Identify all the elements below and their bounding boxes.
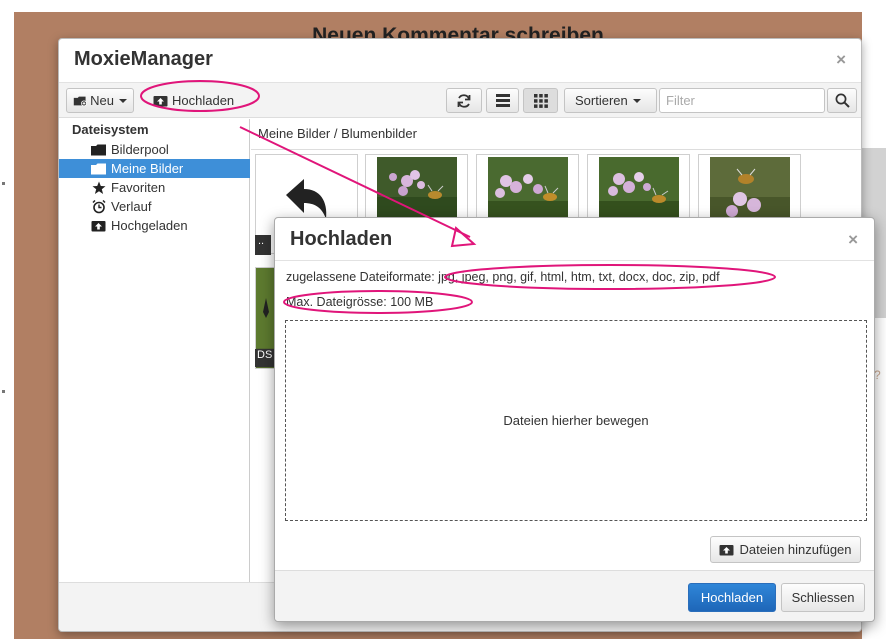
new-folder-icon [73, 96, 87, 106]
allowed-formats-text: zugelassene Dateiformate: jpg, jpeg, png… [286, 270, 720, 284]
new-button[interactable]: Neu [66, 88, 134, 113]
dialog-header: Hochladen × [275, 218, 874, 261]
sidebar-item-label: Meine Bilder [111, 161, 184, 176]
search-icon [835, 93, 850, 108]
sidebar-item-label: Verlauf [111, 199, 152, 214]
filter-input[interactable] [659, 88, 825, 113]
sidebar-item-label: Bilderpool [111, 142, 169, 157]
max-file-size-text: Max. Dateigrösse: 100 MB [286, 295, 434, 309]
search-button[interactable] [827, 88, 857, 113]
window-close-button[interactable]: × [836, 51, 846, 68]
add-files-button[interactable]: Dateien hinzufügen [710, 536, 861, 563]
grid-view-button[interactable] [523, 88, 558, 113]
refresh-icon [457, 93, 471, 108]
flower-image-thumbnail [710, 157, 790, 223]
chevron-down-icon [632, 98, 641, 103]
breadcrumb: Meine Bilder / Blumenbilder [258, 126, 417, 141]
toolbar: Neu Hochladen Sortieren Filter [59, 83, 861, 118]
sidebar-item-label: Hochgeladen [111, 218, 188, 233]
flower-image-thumbnail [488, 157, 568, 223]
upload-icon [91, 219, 106, 232]
folder-open-icon [91, 162, 106, 175]
add-files-label: Dateien hinzufügen [739, 542, 852, 557]
refresh-button[interactable] [446, 88, 482, 113]
folder-icon [91, 143, 106, 156]
flower-image-thumbnail [599, 157, 679, 223]
upload-button[interactable]: Hochladen [147, 88, 257, 113]
page-top-strip [0, 0, 886, 12]
dropzone-label: Dateien hierher bewegen [503, 413, 649, 428]
file-dropzone[interactable]: Dateien hierher bewegen [285, 320, 867, 521]
window-title: MoxieManager [74, 48, 213, 70]
dialog-title: Hochladen [290, 228, 393, 250]
dialog-close-button[interactable]: × [848, 231, 858, 248]
grid-view-icon [533, 93, 548, 108]
sidebar-item-verlauf[interactable]: Verlauf [59, 197, 250, 216]
content-divider [251, 149, 861, 150]
list-view-button[interactable] [486, 88, 519, 113]
file-label: DS [255, 349, 275, 367]
new-button-label: Neu [90, 93, 114, 108]
sidebar: Dateisystem Bilderpool Meine Bilder Favo… [59, 119, 250, 582]
chevron-down-icon [119, 98, 127, 103]
upload-icon [153, 96, 168, 107]
page-dot [2, 390, 5, 393]
star-icon [91, 181, 106, 194]
sidebar-item-label: Favoriten [111, 180, 166, 195]
window-header: MoxieManager × [59, 39, 861, 83]
upload-button-label: Hochladen [172, 93, 235, 108]
flower-image-thumbnail [377, 157, 457, 223]
upload-dialog: Hochladen × zugelassene Dateiformate: jp… [274, 217, 875, 622]
dialog-footer: Hochladen Schliessen [275, 570, 874, 621]
sidebar-heading: Dateisystem [72, 122, 149, 137]
background-help-glyph: ? [874, 368, 881, 382]
flower-image-thumbnail [256, 268, 276, 348]
upload-submit-button[interactable]: Hochladen [688, 583, 776, 612]
sort-button[interactable]: Sortieren [564, 88, 657, 113]
sidebar-item-bilderpool[interactable]: Bilderpool [59, 140, 250, 159]
list-view-icon [495, 94, 510, 107]
close-dialog-button[interactable]: Schliessen [781, 583, 865, 612]
page-left-strip [0, 0, 14, 639]
sort-button-label: Sortieren [575, 93, 628, 108]
sidebar-item-hochgeladen[interactable]: Hochgeladen [59, 216, 250, 235]
page-dot [2, 182, 5, 185]
clock-icon [91, 199, 106, 213]
sidebar-item-meine-bilder[interactable]: Meine Bilder [59, 159, 250, 178]
upload-icon [719, 545, 734, 556]
parent-folder-label: .. [255, 235, 271, 255]
sidebar-item-favoriten[interactable]: Favoriten [59, 178, 250, 197]
